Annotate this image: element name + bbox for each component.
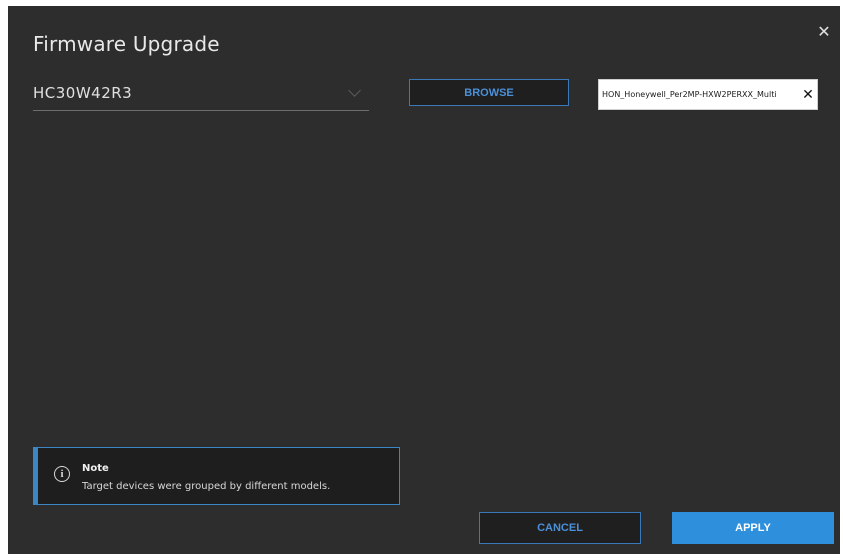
- model-dropdown-value: HC30W42R3: [33, 84, 133, 102]
- close-icon[interactable]: ✕: [816, 24, 832, 40]
- firmware-upgrade-dialog: Firmware Upgrade ✕ HC30W42R3 BROWSE HON_…: [8, 6, 840, 554]
- apply-button[interactable]: APPLY: [672, 512, 834, 544]
- clear-file-icon[interactable]: ✕: [799, 88, 817, 102]
- info-icon: i: [54, 466, 70, 482]
- chevron-down-icon: [348, 84, 361, 97]
- dialog-title: Firmware Upgrade: [33, 32, 220, 56]
- note-text: Target devices were grouped by different…: [82, 481, 331, 492]
- model-dropdown[interactable]: HC30W42R3: [33, 82, 369, 111]
- browse-button[interactable]: BROWSE: [409, 79, 569, 106]
- note-banner: i Note Target devices were grouped by di…: [33, 447, 400, 505]
- selected-file-name: HON_Honeywell_Per2MP-HXW2PERXX_Multi: [602, 90, 777, 99]
- selected-file-field: HON_Honeywell_Per2MP-HXW2PERXX_Multi ✕: [598, 79, 818, 110]
- note-title: Note: [82, 463, 109, 474]
- cancel-button[interactable]: CANCEL: [479, 512, 641, 544]
- note-accent-bar: [34, 448, 38, 504]
